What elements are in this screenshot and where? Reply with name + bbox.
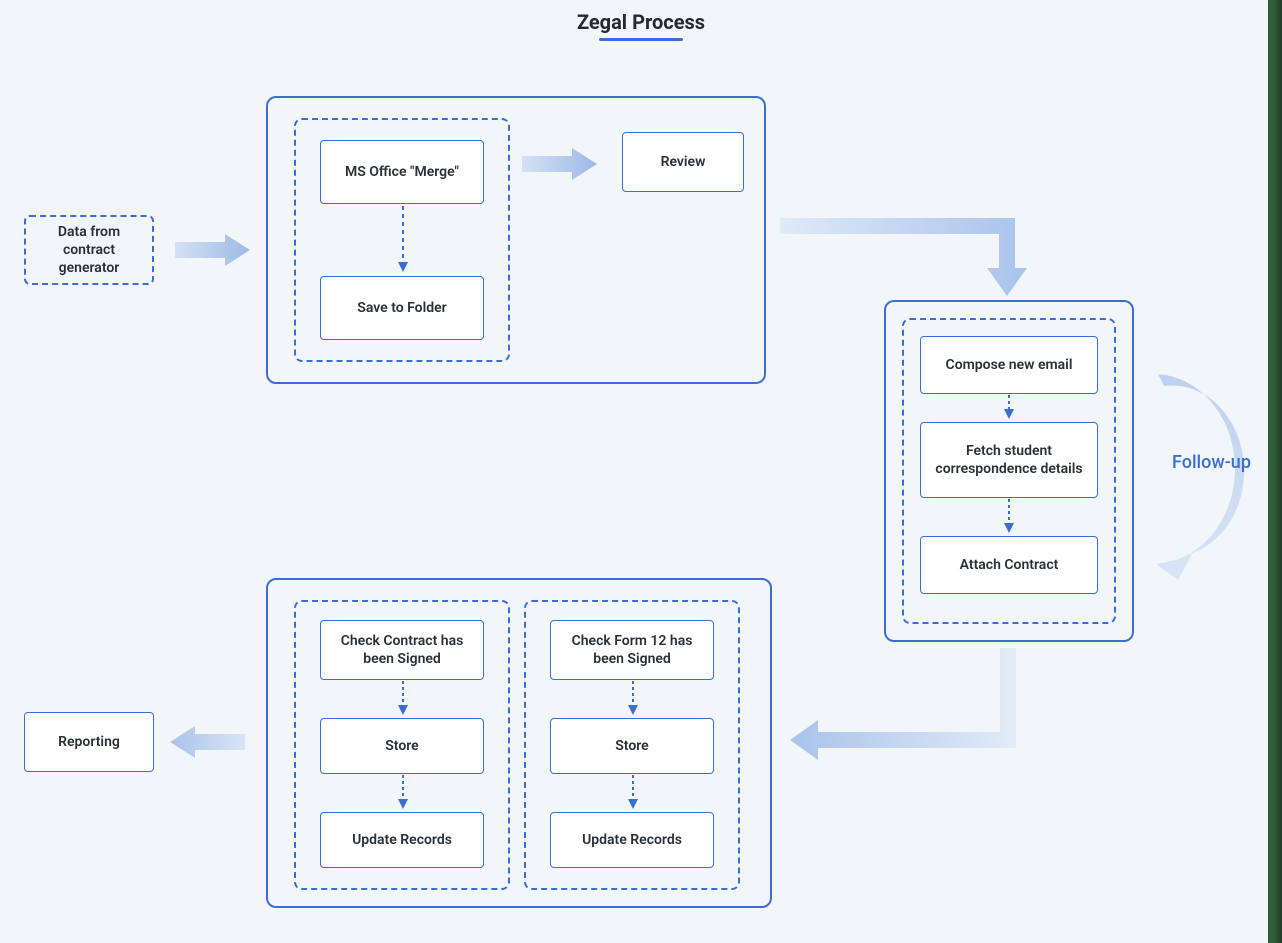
update-c2-box: Update Records — [550, 812, 714, 868]
arrow-stage1-to-stage2 — [780, 218, 1040, 298]
fetch-details-label: Fetch student correspondence details — [931, 442, 1087, 478]
data-input-box: Data from contract generator — [24, 215, 154, 285]
ms-office-merge-label: MS Office "Merge" — [345, 163, 459, 181]
arrow-dashed-to-review — [522, 148, 597, 180]
store-c2-box: Store — [550, 718, 714, 774]
arrow-compose-to-fetch — [1003, 395, 1015, 421]
check-contract-box: Check Contract has been Signed — [320, 620, 484, 680]
check-form12-label: Check Form 12 has been Signed — [561, 632, 703, 668]
followup-label: Follow-up — [1172, 452, 1251, 473]
update-c2-label: Update Records — [582, 831, 682, 849]
arrow-c2-store-to-update — [627, 775, 639, 811]
reporting-label: Reporting — [58, 733, 120, 751]
compose-email-label: Compose new email — [946, 356, 1073, 374]
review-box: Review — [622, 132, 744, 192]
compose-email-box: Compose new email — [920, 336, 1098, 394]
title-underline — [599, 38, 683, 41]
arrow-fetch-to-attach — [1003, 499, 1015, 535]
ms-office-merge-box: MS Office "Merge" — [320, 140, 484, 204]
check-contract-label: Check Contract has been Signed — [331, 632, 473, 668]
arrow-merge-to-save — [397, 206, 409, 274]
arrow-c1-check-to-store — [397, 681, 409, 717]
fetch-details-box: Fetch student correspondence details — [920, 422, 1098, 498]
update-c1-label: Update Records — [352, 831, 452, 849]
arrow-stage2-to-stage3 — [790, 648, 1030, 763]
attach-contract-box: Attach Contract — [920, 536, 1098, 594]
arrow-stage3-to-reporting — [170, 726, 245, 758]
arrow-c2-check-to-store — [627, 681, 639, 717]
check-form12-box: Check Form 12 has been Signed — [550, 620, 714, 680]
arrow-data-to-stage1 — [175, 234, 250, 266]
diagram-title: Zegal Process — [577, 10, 705, 34]
store-c1-label: Store — [385, 737, 418, 755]
data-input-label: Data from contract generator — [36, 223, 142, 278]
review-label: Review — [661, 153, 706, 171]
reporting-box: Reporting — [24, 712, 154, 772]
right-edge-strip — [1268, 0, 1282, 943]
store-c2-label: Store — [615, 737, 648, 755]
save-to-folder-label: Save to Folder — [357, 299, 446, 317]
attach-contract-label: Attach Contract — [960, 556, 1059, 574]
arrow-c1-store-to-update — [397, 775, 409, 811]
store-c1-box: Store — [320, 718, 484, 774]
save-to-folder-box: Save to Folder — [320, 276, 484, 340]
update-c1-box: Update Records — [320, 812, 484, 868]
